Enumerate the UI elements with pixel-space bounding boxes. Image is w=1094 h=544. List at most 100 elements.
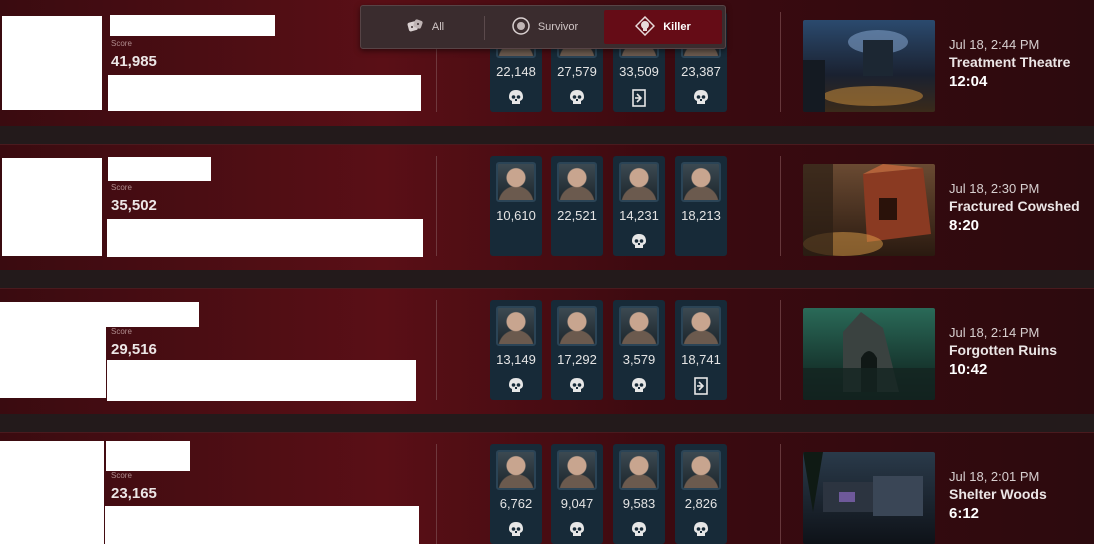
row-separator [0, 270, 1094, 288]
killer-icon [635, 15, 656, 39]
survivor-icon [512, 16, 530, 38]
survivor-score: 23,387 [681, 64, 721, 79]
sacrificed-skull-icon [567, 376, 587, 396]
map-thumbnail [803, 20, 935, 112]
row-separator [0, 414, 1094, 432]
tab-all-label: All [431, 21, 445, 33]
escaped-exit-icon [691, 376, 711, 396]
player-details-redacted [108, 75, 421, 111]
score-label: Score [111, 183, 132, 192]
map-name: Forgotten Ruins [949, 342, 1058, 358]
survivor-card[interactable]: 13,149 [490, 300, 542, 400]
match-duration: 6:12 [949, 505, 980, 522]
survivor-score: 14,231 [619, 208, 659, 223]
section-divider [780, 444, 781, 544]
match-duration: 10:42 [949, 361, 988, 378]
survivor-portrait [619, 306, 659, 346]
match-date: Jul 18, 2:30 PM [949, 181, 1040, 196]
map-name: Treatment Theatre [949, 54, 1071, 70]
player-details-redacted [107, 360, 416, 401]
match-duration: 8:20 [949, 217, 980, 234]
survivor-score: 17,292 [557, 352, 597, 367]
sacrificed-skull-icon [629, 520, 649, 540]
survivor-card[interactable]: 3,579 [613, 300, 665, 400]
section-divider [436, 300, 437, 400]
section-divider [436, 444, 437, 544]
survivor-portrait [681, 450, 721, 490]
survivor-card[interactable]: 22,521 [551, 156, 603, 256]
tab-survivor[interactable]: Survivor [487, 10, 603, 44]
survivor-portrait [681, 306, 721, 346]
survivor-portrait [619, 162, 659, 202]
survivor-score: 33,509 [619, 64, 659, 79]
survivor-card[interactable]: 14,231 [613, 156, 665, 256]
match-date: Jul 18, 2:14 PM [949, 325, 1040, 340]
score-label: Score [111, 327, 132, 336]
section-divider [780, 300, 781, 400]
survivor-card[interactable]: 9,583 [613, 444, 665, 544]
survivor-score: 10,610 [496, 208, 536, 223]
player-name-redacted [110, 15, 275, 36]
player-avatar [0, 302, 106, 398]
survivor-card[interactable]: 18,741 [675, 300, 727, 400]
survivor-score: 3,579 [622, 352, 656, 367]
survivor-portrait [557, 306, 597, 346]
section-divider [780, 12, 781, 112]
tab-survivor-label: Survivor [537, 21, 579, 33]
match-score: 29,516 [111, 341, 157, 358]
section-divider [436, 156, 437, 256]
sacrificed-skull-icon [629, 232, 649, 252]
survivor-card[interactable]: 18,213 [675, 156, 727, 256]
survivor-score: 22,521 [557, 208, 597, 223]
survivor-score: 2,826 [684, 496, 718, 511]
dice-icon [406, 17, 424, 38]
survivor-score: 9,583 [622, 496, 656, 511]
survivor-card[interactable]: 2,826 [675, 444, 727, 544]
survivor-score: 13,149 [496, 352, 536, 367]
survivor-portrait [557, 162, 597, 202]
player-name-redacted [106, 302, 199, 327]
survivor-score: 18,213 [681, 208, 721, 223]
score-label: Score [111, 471, 132, 480]
survivor-portrait [496, 162, 536, 202]
player-avatar [0, 441, 104, 544]
sacrificed-skull-icon [691, 520, 711, 540]
survivor-score: 27,579 [557, 64, 597, 79]
survivor-card[interactable]: 9,047 [551, 444, 603, 544]
map-thumbnail [803, 308, 935, 400]
match-date: Jul 18, 2:44 PM [949, 37, 1040, 52]
player-avatar [2, 16, 102, 110]
match-score: 23,165 [111, 485, 157, 502]
sacrificed-skull-icon [506, 376, 526, 396]
match-date: Jul 18, 2:01 PM [949, 469, 1040, 484]
survivor-card[interactable]: 6,762 [490, 444, 542, 544]
tab-divider [484, 16, 485, 40]
sacrificed-skull-icon [691, 88, 711, 108]
escaped-exit-icon [629, 88, 649, 108]
tab-all[interactable]: All [367, 10, 483, 44]
survivor-portrait [681, 162, 721, 202]
match-score: 35,502 [111, 197, 157, 214]
player-details-redacted [105, 506, 419, 544]
player-avatar [2, 158, 102, 256]
survivor-score: 9,047 [560, 496, 594, 511]
sacrificed-skull-icon [567, 520, 587, 540]
row-separator [0, 126, 1094, 144]
survivor-card[interactable]: 10,610 [490, 156, 542, 256]
survivor-portrait [496, 306, 536, 346]
match-score: 41,985 [111, 53, 157, 70]
section-divider [780, 156, 781, 256]
map-name: Fractured Cowshed [949, 198, 1080, 214]
survivor-card[interactable]: 17,292 [551, 300, 603, 400]
survivor-score: 22,148 [496, 64, 536, 79]
survivor-score: 6,762 [499, 496, 533, 511]
map-thumbnail [803, 164, 935, 256]
sacrificed-skull-icon [506, 88, 526, 108]
player-name-redacted [106, 441, 190, 471]
role-filter-bar: All Survivor Killer [360, 5, 726, 49]
match-duration: 12:04 [949, 73, 988, 90]
survivor-portrait [557, 450, 597, 490]
sacrificed-skull-icon [506, 520, 526, 540]
map-thumbnail [803, 452, 935, 544]
tab-killer[interactable]: Killer [604, 10, 722, 44]
